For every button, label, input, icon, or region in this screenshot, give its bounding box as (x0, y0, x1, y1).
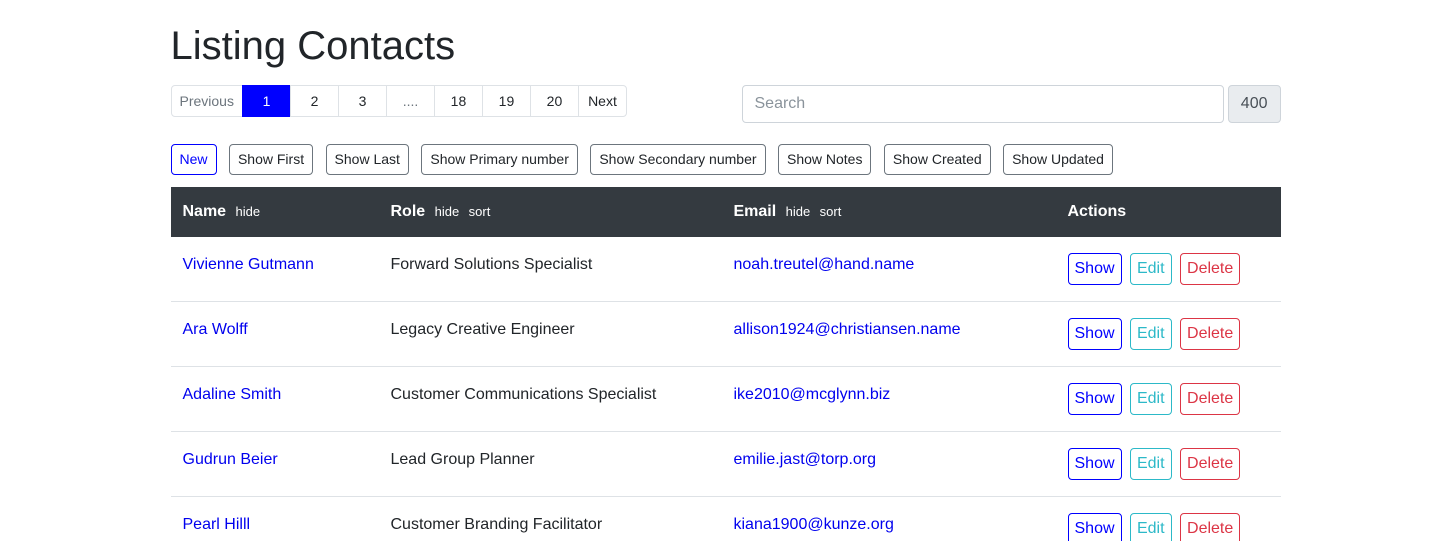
show-last-button[interactable]: Show Last (326, 144, 409, 175)
show-secondary-number-button[interactable]: Show Secondary number (590, 144, 765, 175)
pagination-next[interactable]: Next (578, 85, 627, 117)
email-cell: noah.treutel@hand.name (722, 237, 1056, 302)
delete-button[interactable]: Delete (1180, 318, 1240, 350)
contact-email-link[interactable]: kiana1900@kunze.org (734, 516, 894, 533)
delete-button[interactable]: Delete (1180, 448, 1240, 480)
role-cell: Customer Communications Specialist (379, 367, 722, 432)
pagination-previous[interactable]: Previous (171, 85, 243, 117)
delete-button[interactable]: Delete (1180, 383, 1240, 415)
show-created-button[interactable]: Show Created (884, 144, 991, 175)
actions-cell: Show Edit Delete (1056, 237, 1281, 302)
edit-button[interactable]: Edit (1130, 318, 1172, 350)
column-label-name: Name (183, 203, 227, 220)
table-row: Gudrun Beier Lead Group Planner emilie.j… (171, 432, 1281, 497)
contact-name-link[interactable]: Gudrun Beier (183, 451, 278, 468)
column-header-actions: Actions (1056, 187, 1281, 237)
show-button[interactable]: Show (1068, 383, 1122, 415)
table-row: Ara Wolff Legacy Creative Engineer allis… (171, 302, 1281, 367)
actions-cell: Show Edit Delete (1056, 367, 1281, 432)
actions-cell: Show Edit Delete (1056, 497, 1281, 541)
email-cell: kiana1900@kunze.org (722, 497, 1056, 541)
column-header-email: Email hide sort (722, 187, 1056, 237)
contact-name-link[interactable]: Pearl Hilll (183, 516, 251, 533)
actions-cell: Show Edit Delete (1056, 302, 1281, 367)
column-label-role: Role (391, 203, 426, 220)
actions-cell: Show Edit Delete (1056, 432, 1281, 497)
show-primary-number-button[interactable]: Show Primary number (421, 144, 578, 175)
contact-name-link[interactable]: Adaline Smith (183, 386, 282, 403)
page-container: Listing Contacts Previous 1 2 3 .... 18 … (156, 22, 1296, 541)
table-row: Adaline Smith Customer Communications Sp… (171, 367, 1281, 432)
role-cell: Legacy Creative Engineer (379, 302, 722, 367)
delete-button[interactable]: Delete (1180, 513, 1240, 541)
name-cell: Adaline Smith (171, 367, 379, 432)
sort-role-link[interactable]: sort (469, 204, 491, 219)
edit-button[interactable]: Edit (1130, 253, 1172, 285)
table-header: Name hide Role hide sort Email hide sort… (171, 187, 1281, 237)
show-button[interactable]: Show (1068, 253, 1122, 285)
name-cell: Pearl Hilll (171, 497, 379, 541)
show-updated-button[interactable]: Show Updated (1003, 144, 1113, 175)
name-cell: Vivienne Gutmann (171, 237, 379, 302)
pagination-page-20[interactable]: 20 (530, 85, 579, 117)
table-row: Pearl Hilll Customer Branding Facilitato… (171, 497, 1281, 541)
pagination-page-18[interactable]: 18 (434, 85, 483, 117)
contact-email-link[interactable]: ike2010@mcglynn.biz (734, 386, 891, 403)
search-count-badge: 400 (1228, 85, 1281, 123)
role-cell: Forward Solutions Specialist (379, 237, 722, 302)
role-cell: Customer Branding Facilitator (379, 497, 722, 541)
hide-role-link[interactable]: hide (435, 204, 460, 219)
edit-button[interactable]: Edit (1130, 448, 1172, 480)
hide-email-link[interactable]: hide (786, 204, 811, 219)
topbar: Previous 1 2 3 .... 18 19 20 Next 400 (171, 85, 1281, 123)
column-header-name: Name hide (171, 187, 379, 237)
show-first-button[interactable]: Show First (229, 144, 313, 175)
role-cell: Lead Group Planner (379, 432, 722, 497)
new-button[interactable]: New (171, 144, 217, 175)
search-input[interactable] (742, 85, 1224, 123)
contact-email-link[interactable]: noah.treutel@hand.name (734, 256, 915, 273)
email-cell: allison1924@christiansen.name (722, 302, 1056, 367)
table-row: Vivienne Gutmann Forward Solutions Speci… (171, 237, 1281, 302)
pagination-page-19[interactable]: 19 (482, 85, 531, 117)
show-notes-button[interactable]: Show Notes (778, 144, 871, 175)
pagination: Previous 1 2 3 .... 18 19 20 Next (171, 85, 627, 117)
edit-button[interactable]: Edit (1130, 383, 1172, 415)
delete-button[interactable]: Delete (1180, 253, 1240, 285)
contact-name-link[interactable]: Vivienne Gutmann (183, 256, 314, 273)
name-cell: Ara Wolff (171, 302, 379, 367)
page-title: Listing Contacts (171, 22, 1281, 70)
column-label-email: Email (734, 203, 777, 220)
search-group: 400 (742, 85, 1281, 123)
toolbar: New Show First Show Last Show Primary nu… (171, 144, 1281, 175)
contact-email-link[interactable]: allison1924@christiansen.name (734, 321, 961, 338)
pagination-page-3[interactable]: 3 (338, 85, 387, 117)
pagination-ellipsis: .... (386, 85, 435, 117)
hide-name-link[interactable]: hide (236, 204, 261, 219)
column-header-role: Role hide sort (379, 187, 722, 237)
show-button[interactable]: Show (1068, 318, 1122, 350)
email-cell: emilie.jast@torp.org (722, 432, 1056, 497)
show-button[interactable]: Show (1068, 448, 1122, 480)
pagination-page-1[interactable]: 1 (242, 85, 291, 117)
contact-email-link[interactable]: emilie.jast@torp.org (734, 451, 877, 468)
contacts-table: Name hide Role hide sort Email hide sort… (171, 187, 1281, 541)
sort-email-link[interactable]: sort (820, 204, 842, 219)
pagination-page-2[interactable]: 2 (290, 85, 339, 117)
show-button[interactable]: Show (1068, 513, 1122, 541)
column-label-actions: Actions (1068, 203, 1127, 220)
edit-button[interactable]: Edit (1130, 513, 1172, 541)
email-cell: ike2010@mcglynn.biz (722, 367, 1056, 432)
contact-name-link[interactable]: Ara Wolff (183, 321, 248, 338)
name-cell: Gudrun Beier (171, 432, 379, 497)
